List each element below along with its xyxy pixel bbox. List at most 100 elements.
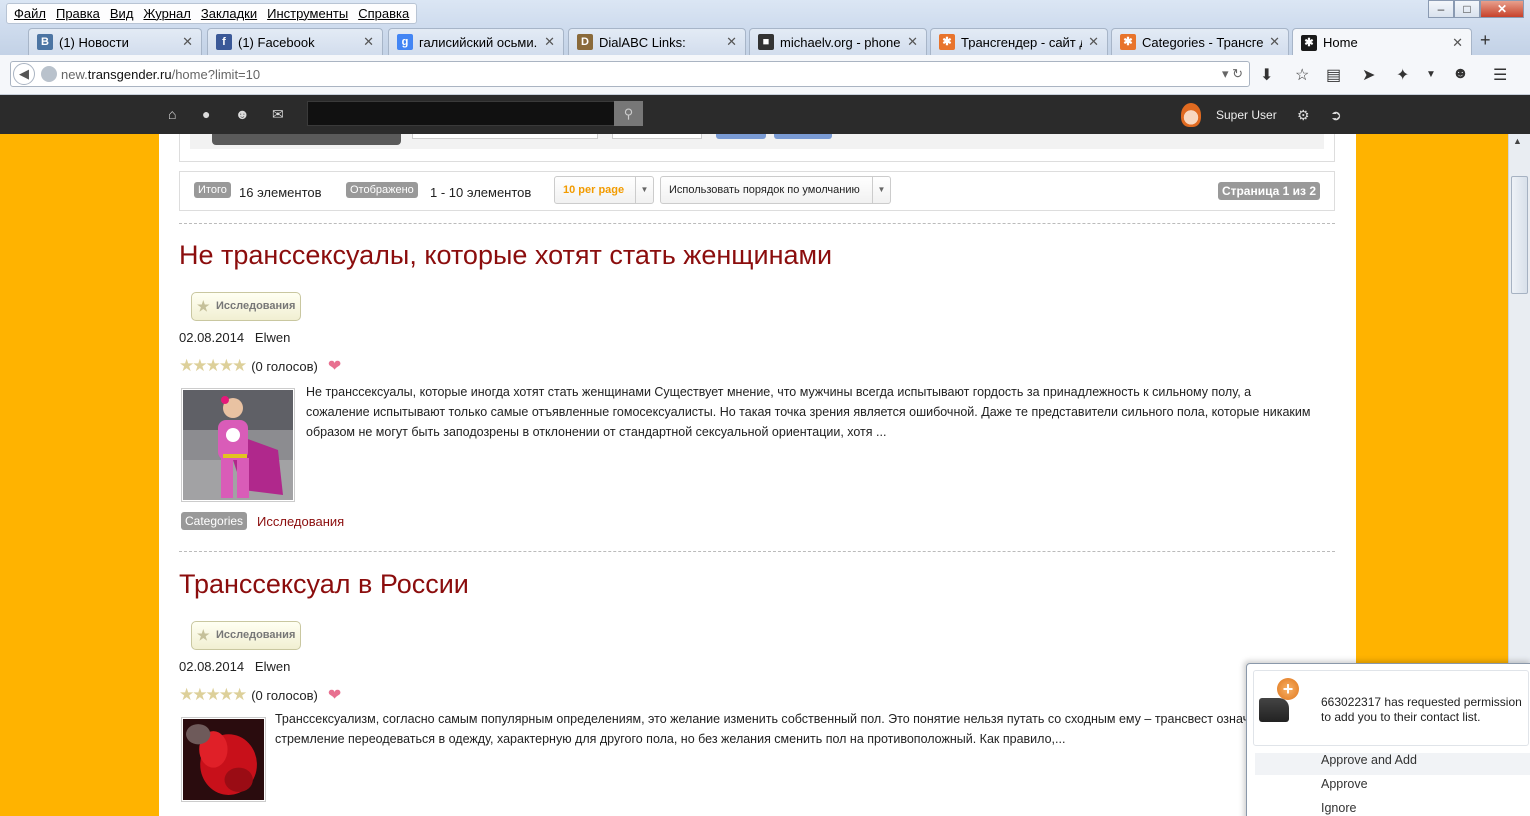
article-date: 02.08.2014	[179, 659, 245, 674]
globe-icon[interactable]: ●	[202, 106, 210, 122]
category-badge-label: Исследования	[216, 300, 296, 312]
avatar[interactable]	[1181, 103, 1201, 127]
tab-close-icon[interactable]: ✕	[544, 34, 555, 50]
favorite-heart-icon[interactable]: ❤	[328, 685, 341, 705]
site-search-input[interactable]	[307, 101, 617, 126]
menu-edit[interactable]: Правка	[51, 5, 105, 22]
scrollbar-thumb[interactable]	[1511, 176, 1528, 294]
menu-bookmarks[interactable]: Закладки	[196, 5, 262, 22]
tab-facebook[interactable]: f (1) Facebook ✕	[207, 28, 383, 55]
filter-panel	[179, 134, 1335, 162]
tab-google[interactable]: g галисийский осьми... ✕	[388, 28, 564, 55]
reload-icon[interactable]: ▾ ↻	[1222, 66, 1243, 82]
article-meta: 02.08.2014 Elwen	[179, 330, 290, 345]
approve-and-add-option[interactable]: Approve and Add	[1321, 753, 1417, 767]
approve-option[interactable]: Approve	[1321, 777, 1368, 791]
tab-close-icon[interactable]: ✕	[1088, 34, 1099, 50]
joomla-icon: ✱	[1301, 34, 1317, 51]
download-icon[interactable]: ⬇	[1260, 65, 1273, 85]
minimize-button[interactable]: –	[1428, 0, 1454, 18]
chevron-down-icon: ▼	[872, 177, 890, 203]
divider	[179, 551, 1335, 552]
filter-select-2[interactable]	[612, 134, 702, 139]
scroll-up-arrow[interactable]: ▲	[1513, 136, 1522, 146]
tab-close-icon[interactable]: ✕	[907, 34, 918, 50]
tab-close-icon[interactable]: ✕	[1269, 34, 1280, 50]
vk-icon: B	[37, 34, 53, 50]
user-name[interactable]: Super User	[1216, 108, 1277, 122]
bookmarks-list-icon[interactable]: ▤	[1326, 65, 1341, 85]
tab-close-icon[interactable]: ✕	[363, 34, 374, 50]
tab-close-icon[interactable]: ✕	[726, 34, 737, 50]
menu-tools[interactable]: Инструменты	[262, 5, 353, 22]
category-badge[interactable]: ★ Исследования	[191, 292, 301, 321]
url-bar[interactable]: ◀ new.transgender.ru/home?limit=10 ▾ ↻	[10, 61, 1250, 87]
order-select[interactable]: Использовать порядок по умолчанию ▼	[660, 176, 891, 204]
url-text[interactable]: new.transgender.ru/home?limit=10	[61, 67, 260, 82]
chevron-down-icon: ▼	[635, 177, 653, 203]
search-icon[interactable]: ⚲	[614, 101, 643, 126]
dialabc-icon: D	[577, 34, 593, 50]
article-thumbnail[interactable]	[181, 717, 266, 802]
total-label: Итого	[194, 182, 231, 198]
tab-transgender-site[interactable]: ✱ Трансгендер - сайт д... ✕	[930, 28, 1108, 55]
vote-count: (0 голосов)	[251, 358, 318, 374]
smiley-icon[interactable]: ☻	[1452, 65, 1469, 83]
article-intro: Не транссексуалы, которые иногда хотят с…	[306, 385, 1311, 439]
per-page-value: 10 per page	[563, 184, 625, 196]
menu-icon[interactable]: ☰	[1493, 65, 1507, 85]
bookmark-star-icon[interactable]: ☆	[1295, 65, 1309, 85]
tab-categories[interactable]: ✱ Categories - Трансге... ✕	[1111, 28, 1289, 55]
chevron-down-icon[interactable]: ▼	[1426, 69, 1436, 80]
new-tab-button[interactable]: +	[1480, 30, 1491, 51]
tab-bar: B (1) Новости ✕ f (1) Facebook ✕ g галис…	[0, 26, 1530, 56]
vote-count: (0 голосов)	[251, 687, 318, 703]
favorite-heart-icon[interactable]: ❤	[328, 356, 341, 376]
categories-label: Categories	[181, 512, 248, 530]
article-title[interactable]: Транссексуал в России	[179, 569, 1335, 600]
article-item: Не транссексуалы, которые хотят стать же…	[179, 240, 1335, 540]
send-icon[interactable]: ➤	[1362, 65, 1375, 85]
extension-icon[interactable]: ✦	[1396, 65, 1409, 85]
rating-stars[interactable]: ★★★★★	[179, 685, 247, 705]
window-controls: – □ ✕	[1428, 0, 1524, 18]
page-info: Страница 1 из 2	[1217, 182, 1320, 200]
maximize-button[interactable]: □	[1454, 0, 1480, 18]
article-author: Elwen	[254, 659, 291, 674]
menu-help[interactable]: Справка	[353, 5, 414, 22]
tab-close-icon[interactable]: ✕	[1452, 35, 1463, 51]
browser-window: Файл Правка Вид Журнал Закладки Инструме…	[0, 0, 1530, 816]
per-page-select[interactable]: 10 per page ▼	[554, 176, 654, 204]
menu-bar: Файл Правка Вид Журнал Закладки Инструме…	[0, 0, 1530, 26]
menu-file[interactable]: Файл	[9, 5, 51, 22]
shown-value: 1 - 10 элементов	[430, 185, 532, 200]
category-badge-label: Исследования	[216, 629, 296, 641]
back-button[interactable]: ◀	[13, 63, 35, 85]
mail-icon[interactable]: ✉	[272, 106, 284, 123]
search-text-field[interactable]	[212, 134, 401, 145]
filter-button-1[interactable]	[716, 134, 766, 139]
category-link[interactable]: Исследования	[257, 514, 344, 529]
ignore-option[interactable]: Ignore	[1321, 801, 1356, 815]
order-value: Использовать порядок по умолчанию	[669, 184, 860, 196]
tab-close-icon[interactable]: ✕	[182, 34, 193, 50]
tab-home[interactable]: ✱ Home ✕	[1292, 28, 1472, 56]
home-icon[interactable]: ⌂	[168, 106, 176, 122]
logout-icon[interactable]: ➲	[1330, 107, 1342, 124]
article-thumbnail[interactable]	[181, 388, 295, 502]
article-intro: Транссексуализм, согласно самым популярн…	[275, 712, 1303, 746]
tab-michaelv[interactable]: ■ michaelv.org - phone... ✕	[749, 28, 927, 55]
close-window-button[interactable]: ✕	[1480, 0, 1524, 18]
tab-vk[interactable]: B (1) Новости ✕	[28, 28, 202, 55]
users-icon[interactable]: ☻	[235, 106, 250, 122]
menu-history[interactable]: Журнал	[138, 5, 195, 22]
menu-view[interactable]: Вид	[105, 5, 139, 22]
article-title[interactable]: Не транссексуалы, которые хотят стать же…	[179, 240, 1335, 271]
rating-stars[interactable]: ★★★★★	[179, 356, 247, 376]
google-icon: g	[397, 34, 413, 50]
filter-button-2[interactable]	[774, 134, 832, 139]
tab-dialabc[interactable]: D DialABC Links: ✕	[568, 28, 746, 55]
gear-icon[interactable]: ⚙	[1297, 107, 1310, 124]
filter-select-1[interactable]	[412, 134, 598, 139]
category-badge[interactable]: ★ Исследования	[191, 621, 301, 650]
